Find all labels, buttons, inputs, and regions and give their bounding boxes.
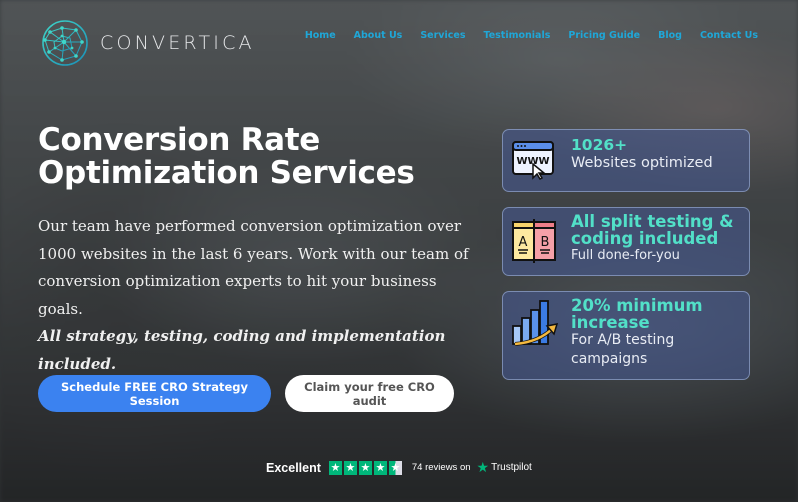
brand-name: CONVERTICA: [100, 32, 255, 54]
trustpilot-rating-label: Excellent: [266, 460, 321, 475]
growth-chart-icon: [512, 300, 559, 346]
nav-testimonials[interactable]: Testimonials: [483, 30, 550, 41]
star-icon: ★: [328, 460, 342, 475]
schedule-strategy-session-button[interactable]: Schedule FREE CRO Strategy Session: [38, 375, 271, 412]
nav-blog[interactable]: Blog: [658, 30, 682, 41]
hero-title-line1: Conversion Rate: [38, 122, 321, 158]
trustpilot-widget[interactable]: Excellent ★ ★ ★ ★ ★ 74 reviews on ★ Trus…: [266, 459, 532, 476]
hero-emphasis: All strategy, testing, coding and implem…: [38, 327, 446, 373]
nav-home[interactable]: Home: [305, 30, 336, 41]
main-navigation: Home About Us Services Testimonials Pric…: [305, 30, 758, 41]
feature-subtext: Full done-for-you: [571, 248, 680, 263]
svg-text:A: A: [519, 235, 528, 250]
www-browser-cursor-icon: WWW: [512, 141, 554, 180]
nav-contact-us[interactable]: Contact Us: [700, 30, 758, 41]
nav-pricing-guide[interactable]: Pricing Guide: [568, 30, 640, 41]
hero-description-text: Our team have performed conversion optim…: [38, 217, 469, 318]
star-icon: ★: [373, 460, 387, 475]
star-icon: ★: [343, 460, 357, 475]
feature-subtext-line1: For A/B testing: [571, 332, 675, 348]
hero-title-line2: Optimization Services: [38, 155, 415, 191]
trustpilot-brand: ★ Trustpilot: [477, 459, 532, 476]
feature-headline-line2: coding included: [571, 228, 719, 248]
brand-logo[interactable]: CONVERTICA: [40, 18, 255, 68]
trustpilot-stars: ★ ★ ★ ★ ★: [328, 460, 402, 475]
trustpilot-brand-name: Trustpilot: [491, 462, 532, 473]
hero-title: Conversion Rate Optimization Services: [38, 124, 415, 190]
claim-cro-audit-button[interactable]: Claim your free CRO audit: [285, 375, 454, 412]
hero-description: Our team have performed conversion optim…: [38, 213, 478, 379]
feature-card-websites: WWW 1026+ Websites optimized: [502, 129, 750, 192]
feature-headline-line2: increase: [571, 312, 650, 332]
ab-test-icon: A B: [512, 219, 556, 263]
feature-card-increase: 20% minimum increase For A/B testing cam…: [502, 291, 750, 380]
feature-subtext-line2: campaigns: [571, 351, 648, 367]
feature-subtext: Websites optimized: [571, 154, 713, 171]
trustpilot-reviews-count: 74 reviews on: [411, 462, 471, 473]
nav-services[interactable]: Services: [420, 30, 465, 41]
feature-card-split-testing: A B All split testing & coding included …: [502, 207, 750, 276]
star-icon: ★: [358, 460, 372, 475]
feature-headline: 1026+: [571, 136, 628, 154]
network-globe-icon: [42, 20, 88, 66]
half-star-icon: ★: [388, 460, 402, 475]
svg-text:B: B: [541, 235, 550, 250]
nav-about-us[interactable]: About Us: [354, 30, 403, 41]
trustpilot-star-icon: ★: [476, 459, 490, 475]
